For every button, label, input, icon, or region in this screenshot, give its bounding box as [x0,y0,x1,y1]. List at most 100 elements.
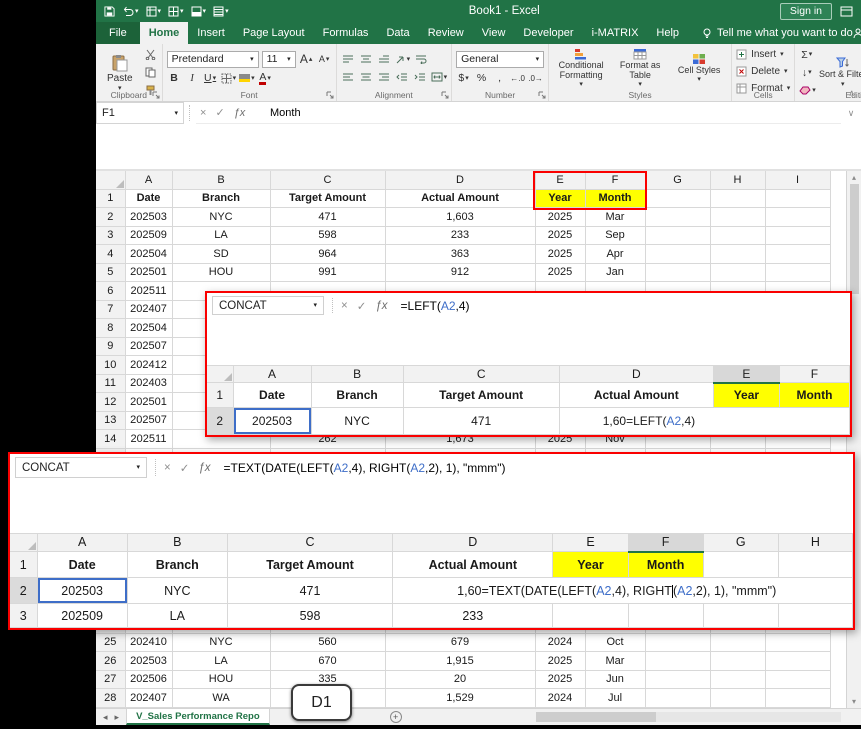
cell-I4[interactable] [765,244,831,264]
select-all-corner[interactable] [96,171,126,190]
callout-left-cell-C1[interactable]: Target Amount [403,382,560,408]
row-header-1[interactable]: 1 [96,189,126,208]
cell-H4[interactable] [710,244,766,264]
cell-G3[interactable] [645,226,711,245]
qat-borders-icon[interactable]: ▾ [168,6,184,17]
cell-I3[interactable] [765,226,831,245]
next-sheet-icon[interactable]: ▸ [115,712,120,723]
cell-A2[interactable]: 202503 [125,207,173,227]
callout-left-select-all-corner[interactable] [207,365,234,383]
vertical-scrollbar-thumb[interactable] [849,184,859,294]
callout-left-column-header-d[interactable]: D [559,365,714,383]
decrease-indent-button[interactable] [395,70,410,85]
row-header-6[interactable]: 6 [96,281,126,301]
row-header-10[interactable]: 10 [96,355,126,375]
borders-button[interactable]: ▾ [221,71,236,86]
cell-H2[interactable] [710,207,766,227]
callout-bottom-cell-G3[interactable] [703,603,779,628]
callout-bottom-cell-F1[interactable]: Month [628,551,704,578]
column-header-f[interactable]: F [585,171,646,190]
tab-formulas[interactable]: Formulas [314,22,378,44]
callout-left-column-header-b[interactable]: B [311,365,404,383]
callout-bottom-column-header-e[interactable]: E [552,533,629,552]
callout-left-confirm-icon[interactable]: ✓ [357,299,367,313]
row-header-3[interactable]: 3 [96,226,126,245]
expand-formula-bar-icon[interactable]: ∨ [841,102,861,124]
tab-page-layout[interactable]: Page Layout [234,22,314,44]
cell-A5[interactable]: 202501 [125,263,173,282]
name-box[interactable]: F1 ▾ [96,102,184,124]
callout-left-cell-A1[interactable]: Date [233,382,312,408]
cell-D1[interactable]: Actual Amount [385,189,536,208]
callout-left-column-header-c[interactable]: C [403,365,560,383]
accounting-format-button[interactable]: $ ▾ [456,71,471,86]
callout-bottom-cell-C2[interactable]: 471 [227,577,394,604]
callout-bottom-cell-F3[interactable] [628,603,704,628]
font-size-select[interactable]: 11 ▾ [261,50,296,68]
align-right-button[interactable] [377,70,392,85]
cell-G5[interactable] [645,263,711,282]
scroll-up-icon[interactable]: ▴ [852,173,856,182]
cell-F26[interactable]: Mar [585,651,646,671]
callout-bottom-row-header-3[interactable]: 3 [10,603,38,628]
callout-bottom-cell-A3[interactable]: 202509 [37,603,128,628]
row-header-12[interactable]: 12 [96,392,126,412]
tab-developer[interactable]: Developer [514,22,582,44]
row-header-11[interactable]: 11 [96,374,126,393]
cell-E25[interactable]: 2024 [535,633,586,652]
cell-B26[interactable]: LA [172,651,271,671]
callout-bottom-cancel-icon[interactable]: × [164,462,171,474]
cell-styles-button[interactable]: Cell Styles ▾ [671,53,727,83]
cell-D28[interactable]: 1,529 [385,688,536,708]
cell-I27[interactable] [765,670,831,689]
formula-input[interactable]: Month [262,102,841,124]
callout-bottom-column-header-c[interactable]: C [227,533,394,552]
cell-A7[interactable]: 202407 [125,300,173,319]
align-center-button[interactable] [359,70,374,85]
qat-rows-icon[interactable]: ▾ [213,6,229,17]
decrease-decimal-button[interactable]: .0→ [528,71,543,86]
column-header-h[interactable]: H [710,171,766,190]
cell-I28[interactable] [765,688,831,708]
callout-left-cell-F1[interactable]: Month [779,382,850,408]
cell-A4[interactable]: 202504 [125,244,173,264]
cell-I26[interactable] [765,651,831,671]
fill-button[interactable]: ↓ ▾ [799,65,814,80]
cell-A27[interactable]: 202506 [125,670,173,689]
cell-D4[interactable]: 363 [385,244,536,264]
cell-D25[interactable]: 679 [385,633,536,652]
cell-A6[interactable]: 202511 [125,281,173,301]
cell-E5[interactable]: 2025 [535,263,586,282]
row-header-7[interactable]: 7 [96,300,126,319]
callout-bottom-fx-icon[interactable]: ƒx [198,462,210,474]
cell-H26[interactable] [710,651,766,671]
font-name-select[interactable]: Pretendard ▾ [166,50,259,68]
callout-left-cell-B1[interactable]: Branch [311,382,404,408]
cell-G1[interactable] [645,189,711,208]
horizontal-scrollbar-thumb[interactable] [536,712,656,722]
callout-bottom-formula-text[interactable]: =TEXT(DATE(LEFT(A2,4), RIGHT(A2,2), 1), … [219,461,506,475]
cell-C5[interactable]: 991 [270,263,386,282]
cell-A10[interactable]: 202412 [125,355,173,375]
increase-decimal-button[interactable]: ←.0 [510,71,525,86]
font-dialog-launcher[interactable] [326,91,334,99]
row-header-14[interactable]: 14 [96,429,126,449]
cell-I5[interactable] [765,263,831,282]
cell-F3[interactable]: Sep [585,226,646,245]
ribbon-display-options-icon[interactable] [840,6,853,17]
cut-button[interactable] [143,47,158,62]
font-color-button[interactable]: A ▾ [258,71,273,86]
tab-help[interactable]: Help [647,22,688,44]
add-sheet-button[interactable]: + [389,711,402,723]
cell-G2[interactable] [645,207,711,227]
cell-E2[interactable]: 2025 [535,207,586,227]
callout-left-row-header-1[interactable]: 1 [207,382,234,408]
cell-A28[interactable]: 202407 [125,688,173,708]
callout-left-cell-B2[interactable]: NYC [311,407,404,435]
cell-E28[interactable]: 2024 [535,688,586,708]
tell-me-box[interactable]: Tell me what you want to do [702,22,853,44]
row-header-2[interactable]: 2 [96,207,126,227]
tab-insert[interactable]: Insert [188,22,234,44]
comma-style-button[interactable]: , [492,71,507,86]
callout-bottom-column-header-d[interactable]: D [392,533,554,552]
